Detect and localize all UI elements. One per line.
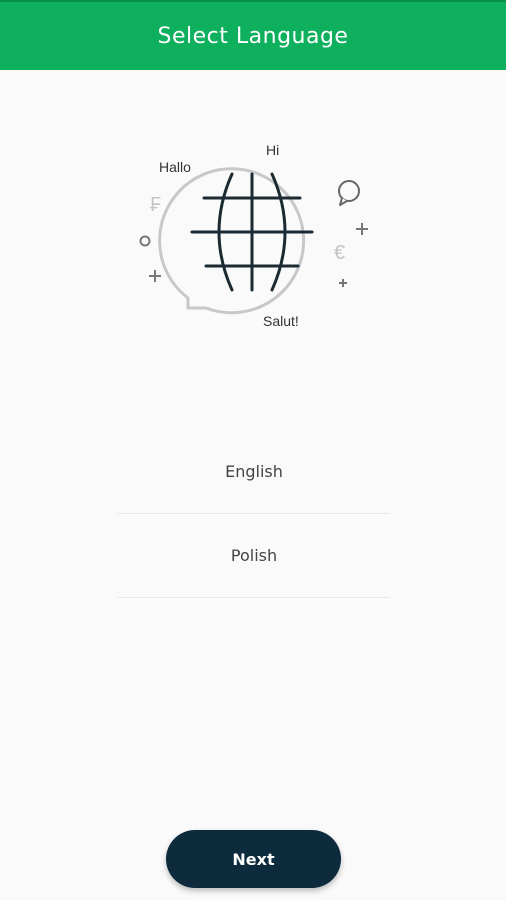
next-button[interactable]: Next — [166, 830, 341, 888]
language-illustration: Hallo Hi Salut! ₣ € — [0, 70, 506, 360]
language-list: English Polish — [118, 430, 390, 598]
language-option-polish[interactable]: Polish — [118, 514, 390, 598]
language-option-english[interactable]: English — [118, 430, 390, 514]
globe-speech-bubble-icon — [139, 167, 368, 315]
circle-icon — [139, 235, 151, 247]
greeting-hallo: Hallo — [159, 159, 191, 175]
chat-bubble-icon — [338, 180, 360, 206]
euro-icon: € — [334, 242, 346, 264]
greeting-salut: Salut! — [263, 313, 299, 329]
app-bar: Select Language — [0, 0, 506, 70]
page-title: Select Language — [157, 23, 349, 49]
greeting-hi: Hi — [266, 142, 280, 158]
franc-icon: ₣ — [150, 194, 162, 216]
